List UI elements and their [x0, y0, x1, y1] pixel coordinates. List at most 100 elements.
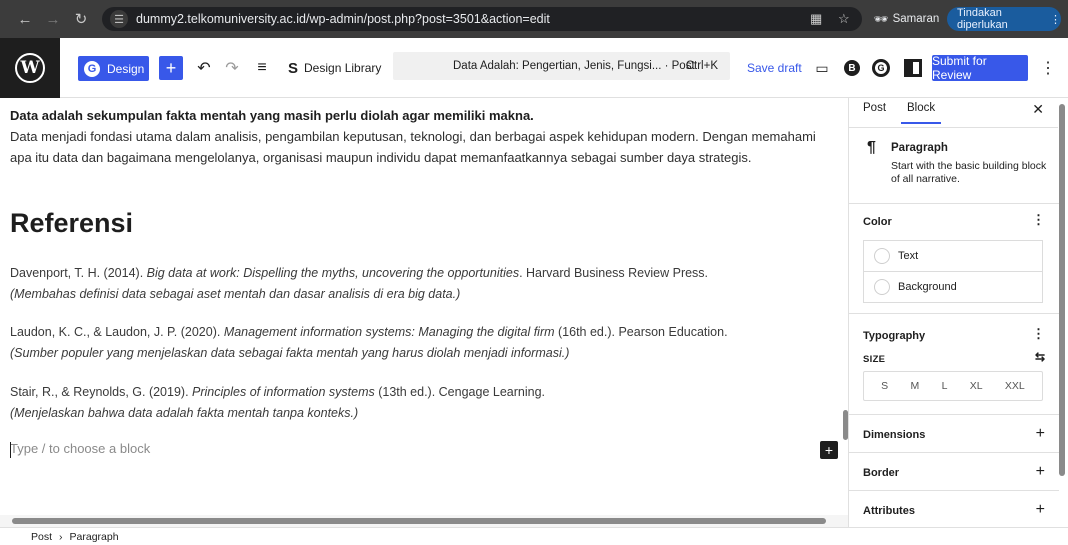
document-title: Data Adalah: Pengertian, Jenis, Fungsi..…	[453, 60, 695, 72]
url-text[interactable]: dummy2.telkomuniversity.ac.id/wp-admin/p…	[136, 12, 550, 26]
reload-icon[interactable]: ↻	[70, 8, 92, 30]
site-info-icon[interactable]: ☰	[110, 10, 128, 28]
settings-sidebar: Post Block ✕ ¶ Paragraph Start with the …	[848, 98, 1059, 528]
reference-item[interactable]: Laudon, K. C., & Laudon, J. P. (2020). M…	[10, 322, 728, 364]
editor-header: W G Design + ↶ ↷ ≡ S Design Library Data…	[0, 38, 1068, 98]
reference-item[interactable]: Stair, R., & Reynolds, G. (2019). Princi…	[10, 382, 545, 424]
plugin-g-icon[interactable]: G	[870, 56, 892, 80]
shortcut-hint: Ctrl+K	[685, 60, 718, 72]
settings-sidebar-toggle-icon[interactable]	[902, 56, 924, 80]
browser-toolbar: ← → ↻ ☰ dummy2.telkomuniversity.ac.id/wp…	[0, 0, 1068, 38]
block-description: Start with the basic building block of a…	[891, 160, 1047, 185]
kebab-menu-icon: ⋮	[1050, 13, 1061, 26]
intro-bold-paragraph[interactable]: Data adalah sekumpulan fakta mentah yang…	[10, 108, 534, 123]
reference-item[interactable]: Davenport, T. H. (2014). Big data at wor…	[10, 263, 708, 305]
size-option-s[interactable]: S	[881, 380, 888, 392]
wordpress-logo-button[interactable]: W	[0, 38, 60, 98]
block-inserter-button[interactable]: +	[159, 56, 183, 80]
design-button[interactable]: G Design	[78, 56, 149, 81]
design-library-icon: S	[288, 59, 299, 77]
intro-paragraph[interactable]: Data menjadi fondasi utama dalam analisi…	[10, 126, 830, 168]
command-palette-bar[interactable]: Data Adalah: Pengertian, Jenis, Fungsi..…	[393, 52, 730, 80]
border-add-icon[interactable]: +	[1036, 463, 1045, 481]
attributes-panel-title: Attributes	[863, 505, 915, 517]
design-label: Design	[107, 61, 145, 76]
color-options-icon[interactable]: ⋮	[1032, 212, 1045, 228]
attributes-panel[interactable]: Attributes +	[849, 491, 1059, 528]
reference-title: Principles of information systems	[192, 385, 375, 399]
font-size-label: SIZE	[863, 354, 886, 365]
text-color-swatch	[874, 248, 890, 264]
empty-block-placeholder[interactable]: Type / to choose a block	[10, 441, 150, 456]
submit-for-review-button[interactable]: Submit for Review	[932, 54, 1028, 82]
reference-publisher: (16th ed.). Pearson Education.	[554, 325, 728, 339]
action-required-button[interactable]: Tindakan diperlukan ⋮	[947, 7, 1061, 31]
background-color-label: Background	[898, 281, 957, 293]
typography-panel-title: Typography	[863, 330, 926, 342]
block-card: ¶ Paragraph Start with the basic buildin…	[849, 128, 1059, 204]
back-icon[interactable]: ←	[14, 8, 36, 30]
breadcrumb-post[interactable]: Post	[31, 531, 52, 543]
forward-icon[interactable]: →	[42, 8, 64, 30]
tab-post[interactable]: Post	[863, 102, 886, 114]
document-overview-icon[interactable]: ≡	[252, 56, 272, 80]
breadcrumb-paragraph[interactable]: Paragraph	[70, 531, 119, 543]
border-panel-title: Border	[863, 467, 900, 479]
design-library-label: Design Library	[304, 61, 382, 75]
inline-add-block-button[interactable]: +	[820, 441, 838, 459]
action-required-label: Tindakan diperlukan	[957, 7, 1008, 31]
editor-canvas[interactable]: Data adalah sekumpulan fakta mentah yang…	[0, 98, 848, 518]
paragraph-icon: ¶	[867, 139, 876, 156]
text-cursor	[10, 442, 11, 458]
editor-horizontal-scrollbar[interactable]	[12, 518, 826, 524]
attributes-add-icon[interactable]: +	[1036, 501, 1045, 519]
block-name: Paragraph	[891, 142, 948, 154]
size-option-xl[interactable]: XL	[970, 380, 983, 392]
reference-note: (Membahas definisi data sebagai aset men…	[10, 287, 461, 301]
design-library-button[interactable]: S Design Library	[288, 56, 381, 80]
typography-panel: Typography ⋮ SIZE ⇆ S M L XL XXL	[849, 314, 1059, 415]
references-heading[interactable]: Referensi	[10, 208, 133, 239]
save-draft-button[interactable]: Save draft	[747, 56, 802, 80]
border-panel[interactable]: Border +	[849, 453, 1059, 491]
background-color-swatch	[874, 279, 890, 295]
dimensions-add-icon[interactable]: +	[1036, 425, 1045, 443]
font-size-picker[interactable]: S M L XL XXL	[863, 371, 1043, 401]
typography-options-icon[interactable]: ⋮	[1032, 326, 1045, 342]
address-bar[interactable]: ☰ dummy2.telkomuniversity.ac.id/wp-admin…	[102, 7, 862, 31]
chevron-right-icon: ›	[59, 530, 63, 543]
block-breadcrumb: Post › Paragraph	[0, 527, 1068, 545]
wordpress-logo-icon: W	[15, 53, 45, 83]
bookmark-star-icon[interactable]: ☆	[838, 11, 850, 27]
color-panel-title: Color	[863, 216, 892, 228]
reference-publisher: (13th ed.). Cengage Learning.	[374, 385, 545, 399]
reference-note: (Menjelaskan bahwa data adalah fakta men…	[10, 406, 359, 420]
reference-title: Management information systems: Managing…	[223, 325, 555, 339]
reference-publisher: . Harvard Business Review Press.	[519, 266, 709, 280]
color-panel: Color ⋮ Text Background	[849, 204, 1059, 314]
size-option-m[interactable]: M	[911, 380, 920, 392]
size-option-xxl[interactable]: XXL	[1005, 380, 1025, 392]
plugin-b-icon[interactable]: B	[842, 56, 862, 80]
reference-authors: Laudon, K. C., & Laudon, J. P. (2020).	[10, 325, 224, 339]
background-color-button[interactable]: Background	[863, 271, 1043, 303]
incognito-indicator[interactable]: 🕶 Samaran	[874, 8, 939, 30]
reference-authors: Davenport, T. H. (2014).	[10, 266, 147, 280]
reference-title: Big data at work: Dispelling the myths, …	[146, 266, 520, 280]
text-color-label: Text	[898, 250, 919, 262]
custom-size-toggle-icon[interactable]: ⇆	[1035, 350, 1045, 364]
close-icon[interactable]: ✕	[1032, 101, 1044, 118]
options-menu-icon[interactable]: ⋮	[1038, 56, 1058, 80]
sidebar-scrollbar[interactable]	[1059, 104, 1065, 476]
preview-device-icon[interactable]: ▭	[812, 56, 832, 80]
size-option-l[interactable]: L	[942, 380, 948, 392]
reference-authors: Stair, R., & Reynolds, G. (2019).	[10, 385, 193, 399]
redo-icon[interactable]: ↷	[222, 56, 242, 80]
design-g-icon: G	[84, 60, 100, 77]
dimensions-panel-title: Dimensions	[863, 429, 926, 441]
tab-block[interactable]: Block	[900, 102, 942, 124]
translate-icon[interactable]: ▦	[810, 11, 822, 27]
undo-icon[interactable]: ↶	[194, 56, 214, 80]
dimensions-panel[interactable]: Dimensions +	[849, 415, 1059, 453]
text-color-button[interactable]: Text	[863, 240, 1043, 272]
